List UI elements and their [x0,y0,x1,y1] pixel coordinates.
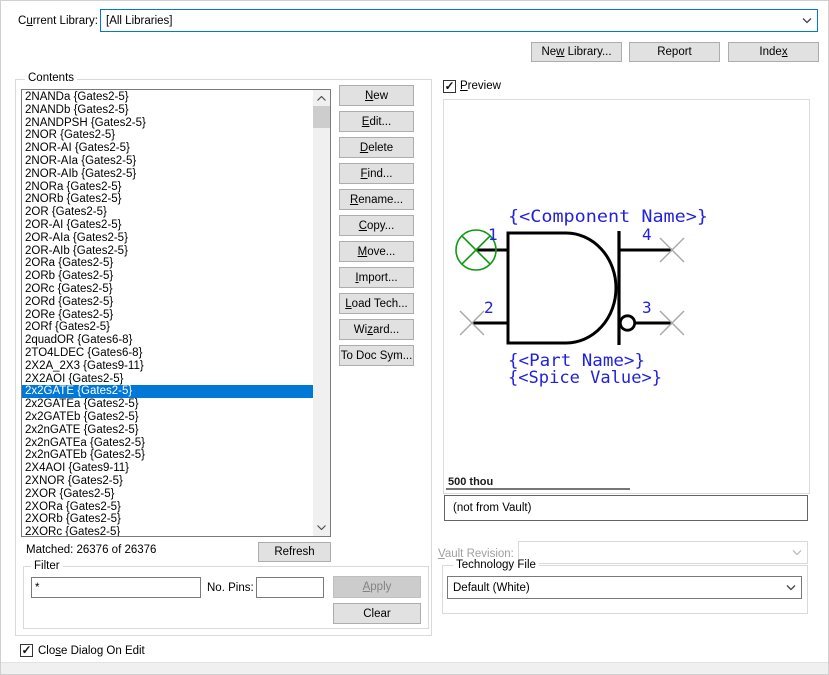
component-name-text: {<Component Name>} [508,207,708,227]
vault-status-box: (not from Vault) [444,495,808,521]
chevron-down-icon[interactable] [781,585,801,591]
preview-checkbox[interactable]: ✓ [443,80,456,93]
list-item[interactable]: 2XORa {Gates2-5} [22,501,313,514]
technology-file-value: Default (White) [448,582,781,594]
list-item[interactable]: 2NORa {Gates2-5} [22,181,313,194]
copy-button[interactable]: Copy... [339,215,414,236]
list-item[interactable]: 2XOR {Gates2-5} [22,488,313,501]
clear-button[interactable]: Clear [333,603,421,624]
wizard-button[interactable]: Wizard... [339,319,414,340]
list-item[interactable]: 2NORb {Gates2-5} [22,193,313,206]
list-item[interactable]: 2OR-AI {Gates2-5} [22,219,313,232]
move-button[interactable]: Move... [339,241,414,262]
index-button[interactable]: Index [728,42,819,62]
filter-pattern-input[interactable] [31,577,201,598]
list-item[interactable]: 2x2GATEa {Gates2-5} [22,398,313,411]
contents-group-label: Contents [25,72,77,84]
to-doc-sym-button[interactable]: To Doc Sym... [339,345,414,366]
refresh-button[interactable]: Refresh [258,542,331,562]
list-item[interactable]: 2NOR {Gates2-5} [22,129,313,142]
list-item[interactable]: 2NOR-AIa {Gates2-5} [22,155,313,168]
technology-file-combo[interactable]: Default (White) [447,576,802,599]
list-item[interactable]: 2OR {Gates2-5} [22,206,313,219]
list-scrollbar[interactable] [313,90,330,536]
preview-checkbox-label: Preview [460,80,501,92]
new-library-button[interactable]: New Library... [531,42,622,62]
find-button[interactable]: Find... [339,163,414,184]
scroll-down-icon[interactable] [313,519,330,536]
list-item[interactable]: 2ORc {Gates2-5} [22,283,313,296]
filter-group-label: Filter [31,560,63,572]
import-button[interactable]: Import... [339,267,414,288]
no-pins-label: No. Pins: [207,582,254,594]
checkmark-icon: ✓ [21,643,31,657]
new-button[interactable]: New [339,85,414,106]
list-item[interactable]: 2x2nGATEa {Gates2-5} [22,437,313,450]
checkmark-icon: ✓ [444,79,454,93]
matched-count-label: Matched: 26376 of 26376 [26,544,156,556]
list-item[interactable]: 2NOR-AIb {Gates2-5} [22,168,313,181]
technology-file-group-label: Technology File [453,559,539,571]
list-item[interactable]: 2XORc {Gates2-5} [22,526,313,536]
list-item[interactable]: 2XORb {Gates2-5} [22,513,313,526]
list-item[interactable]: 2NANDa {Gates2-5} [22,91,313,104]
list-item[interactable]: 2quadOR {Gates6-8} [22,334,313,347]
list-item[interactable]: 2NANDb {Gates2-5} [22,104,313,117]
current-library-value: [All Libraries] [101,15,797,27]
dialog-bottom-strip [1,662,828,675]
report-button[interactable]: Report [629,42,720,62]
scroll-up-icon[interactable] [313,90,330,107]
list-item[interactable]: 2x2GATEb {Gates2-5} [22,411,313,424]
apply-button[interactable]: Apply [333,576,421,598]
list-item[interactable]: 2OR-AIb {Gates2-5} [22,245,313,258]
component-list[interactable]: 2NANDa {Gates2-5} 2NANDb {Gates2-5} 2NAN… [21,89,331,537]
list-item[interactable]: 2x2nGATEb {Gates2-5} [22,449,313,462]
list-item[interactable]: 2ORf {Gates2-5} [22,321,313,334]
list-item[interactable]: 2XNOR {Gates2-5} [22,475,313,488]
current-library-combo[interactable]: [All Libraries] [100,9,818,32]
scrollbar-thumb[interactable] [313,106,330,128]
vault-status-text: (not from Vault) [453,502,531,514]
library-manager-dialog: Current Library: [All Libraries] New Lib… [0,0,829,675]
list-item[interactable]: 2X2A_2X3 {Gates9-11} [22,360,313,373]
list-item[interactable]: 2X2AOI {Gates2-5} [22,373,313,386]
inversion-bubble [620,316,634,330]
pin-number-3: 3 [642,298,652,317]
close-dialog-on-edit-label: Close Dialog On Edit [38,645,145,657]
list-item[interactable]: 2ORa {Gates2-5} [22,257,313,270]
component-list-rows: 2NANDa {Gates2-5} 2NANDb {Gates2-5} 2NAN… [22,91,313,536]
close-dialog-on-edit-checkbox[interactable]: ✓ [20,644,33,657]
chevron-down-icon [787,550,807,556]
list-item[interactable]: 2NOR-AI {Gates2-5} [22,142,313,155]
list-item[interactable]: 2X4AOI {Gates9-11} [22,462,313,475]
pin-number-2: 2 [484,298,494,317]
no-pins-input[interactable] [256,577,324,598]
vault-revision-combo [518,541,808,564]
pin-number-1: 1 [488,225,498,244]
pin-number-4: 4 [642,225,652,244]
symbol-preview-panel: {<Component Name>} {<Part Name>} {<Spice… [443,99,810,494]
list-item[interactable]: 2ORe {Gates2-5} [22,309,313,322]
list-item[interactable]: 2OR-AIa {Gates2-5} [22,232,313,245]
load-tech-button[interactable]: Load Tech... [339,293,414,314]
and-gate-body [508,233,616,343]
current-library-label: Current Library: [18,15,98,27]
edit-button[interactable]: Edit... [339,111,414,132]
list-item[interactable]: 2x2nGATE {Gates2-5} [22,424,313,437]
list-item-selected[interactable]: 2x2GATE {Gates2-5} [22,385,313,398]
scale-label: 500 thou [448,476,493,488]
list-item[interactable]: 2NANDPSH {Gates2-5} [22,117,313,130]
list-item[interactable]: 2ORb {Gates2-5} [22,270,313,283]
delete-button[interactable]: Delete [339,137,414,158]
rename-button[interactable]: Rename... [339,189,414,210]
spice-value-text: {<Spice Value>} [508,368,662,388]
list-item[interactable]: 2ORd {Gates2-5} [22,296,313,309]
list-item[interactable]: 2TO4LDEC {Gates6-8} [22,347,313,360]
chevron-down-icon[interactable] [797,18,817,24]
